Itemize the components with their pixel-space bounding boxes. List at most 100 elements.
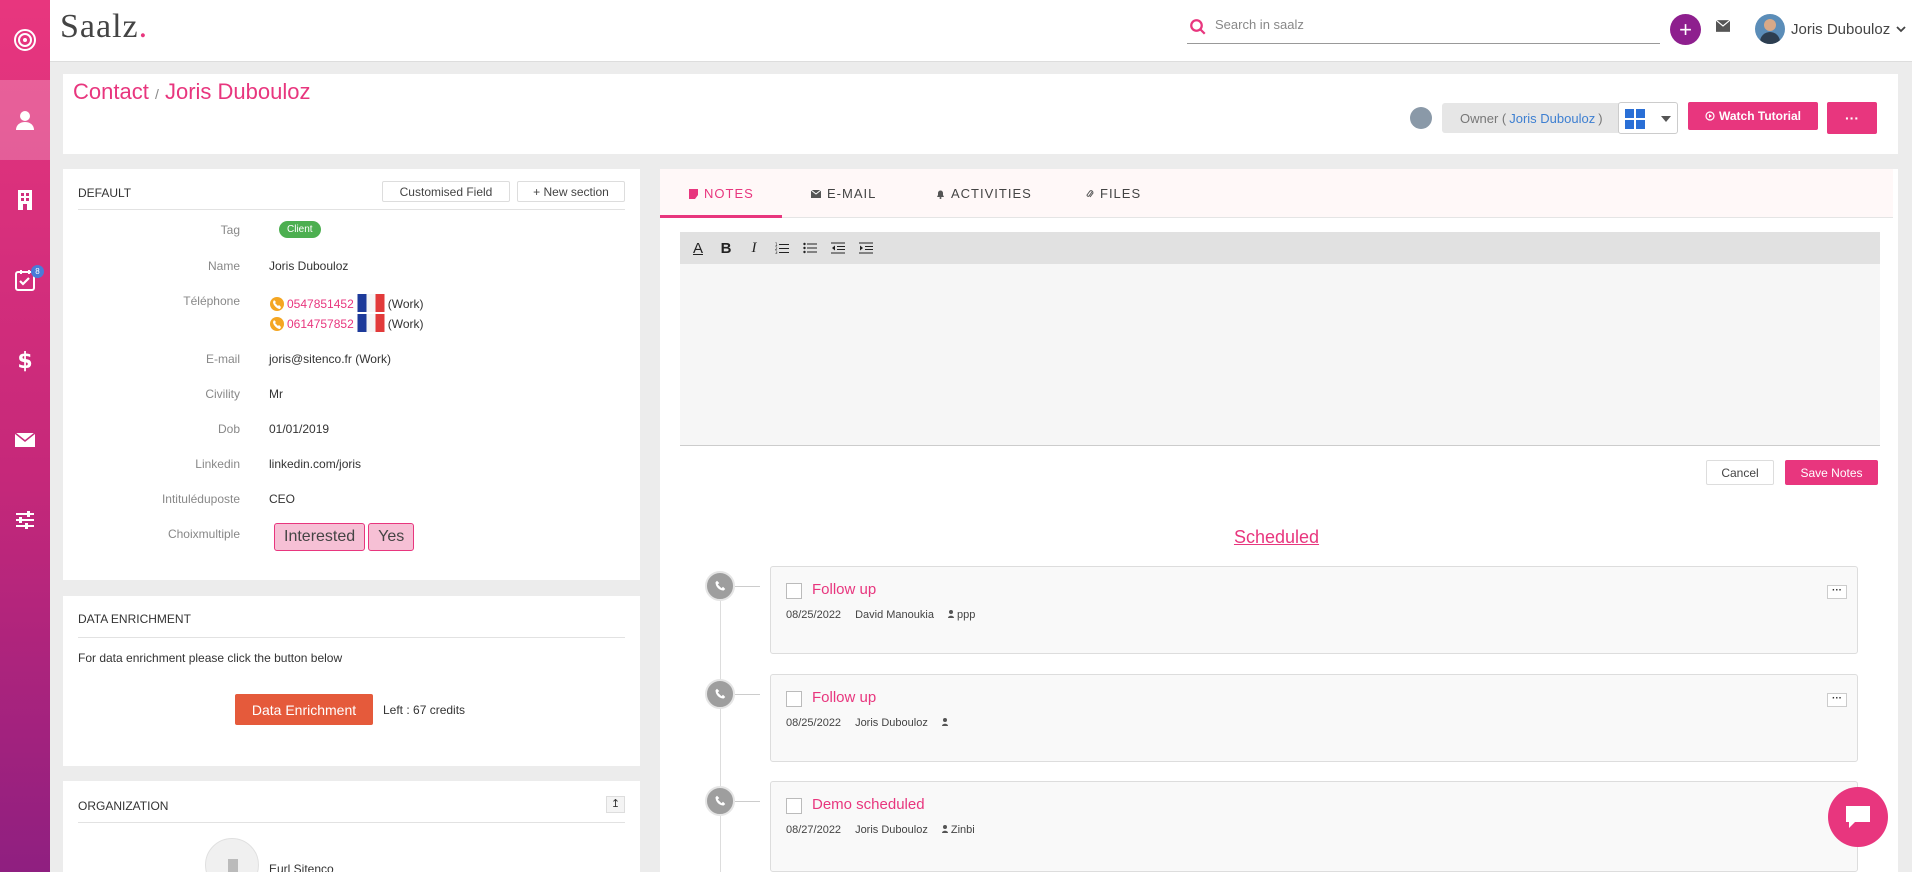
owner-button[interactable]: Owner ( Joris Dubouloz ) [1442,103,1621,133]
customised-field-button[interactable]: Customised Field [382,181,510,202]
civility-value[interactable]: Mr [269,387,283,401]
timeline-connector [735,694,760,695]
timeline-item: Follow up 08/25/2022 Joris Dubouloz ··· [770,674,1858,762]
divider [78,209,625,210]
contact-header: Contact / Joris Dubouloz Owner ( Joris D… [63,74,1898,154]
owner-name[interactable]: Joris Dubouloz [1509,111,1595,126]
tab-notes[interactable]: NOTES [689,186,754,201]
timeline-connector [735,586,760,587]
bold-icon[interactable]: B [714,236,738,260]
breadcrumb-contact[interactable]: Contact [73,79,149,104]
divider [78,637,625,638]
font-color-icon[interactable]: A [686,236,710,260]
envelope-icon [811,189,821,198]
phone-icon [705,679,735,709]
tab-activities[interactable]: ACTIVITIES [936,186,1032,201]
search-bar [1187,13,1660,44]
bullet-list-icon[interactable] [798,236,822,260]
company-name[interactable]: Eurl Sitenco [269,862,334,872]
phone-type: (Work) [387,297,424,311]
breadcrumb: Contact / Joris Dubouloz [73,79,310,105]
watch-tutorial-label: Watch Tutorial [1719,109,1801,123]
task-meta: 08/25/2022 Joris Dubouloz [786,717,948,729]
caret-down-icon [1661,116,1671,122]
tab-email[interactable]: E-MAIL [811,186,876,201]
name-value[interactable]: Joris Dubouloz [269,259,348,273]
sidebar-item-mail[interactable] [0,400,50,480]
field-label: Dob [217,422,240,436]
search-input[interactable] [1215,17,1635,32]
choice-chip[interactable]: Interested [274,523,366,551]
building-icon [228,859,238,872]
person-icon [947,610,954,618]
user-menu[interactable]: Joris Dubouloz [1755,14,1906,44]
linkedin-value[interactable]: linkedin.com/joris [269,457,361,471]
field-label: Téléphone [183,294,240,308]
sidebar-item-companies[interactable] [0,160,50,240]
data-enrichment-button[interactable]: Data Enrichment [235,694,373,725]
italic-icon[interactable]: I [742,236,766,260]
sidebar-item-tasks[interactable]: 8 [0,240,50,320]
task-contact-name: Zinbi [950,824,975,836]
field-choix-multiple: Choixmultiple Interested Yes [63,523,623,561]
phone-link[interactable]: 0614757852 [287,317,354,331]
call-icon[interactable] [269,316,285,332]
saalz-logo[interactable]: Saalz. [60,8,148,46]
expand-icon[interactable]: ↥ [606,796,625,813]
phone-row-1: 0547851452 (Work) [269,294,424,312]
outdent-icon[interactable] [826,236,850,260]
sidebar-item-deals[interactable]: $ [0,320,50,400]
indent-icon[interactable] [854,236,878,260]
task-title[interactable]: Follow up [812,581,876,598]
mail-icon[interactable] [1715,19,1731,35]
task-checkbox[interactable] [786,583,802,599]
field-email: E-mail joris@sitenco.fr (Work) [63,352,623,372]
timeline-line [720,579,721,872]
field-tag: Tag Client [63,221,623,241]
bell-icon [937,190,944,199]
watch-tutorial-button[interactable]: Watch Tutorial [1688,102,1818,130]
search-icon [1190,19,1206,35]
cancel-button[interactable]: Cancel [1706,460,1774,485]
grid-icon [1625,109,1634,118]
task-checkbox[interactable] [786,691,802,707]
dob-value[interactable]: 01/01/2019 [269,422,329,436]
task-title[interactable]: Follow up [812,689,876,706]
logo-text: aalz [79,8,139,45]
call-icon[interactable] [269,296,285,312]
phone-icon [705,571,735,601]
person-icon [941,825,948,833]
item-options-button[interactable]: ··· [1827,585,1847,599]
owner-avatar-icon [1410,107,1432,129]
task-title[interactable]: Demo scheduled [812,796,925,813]
topbar: Saalz. + Joris Dubouloz [50,0,1912,62]
new-section-button[interactable]: + New section [517,181,625,202]
save-notes-button[interactable]: Save Notes [1785,460,1878,485]
default-card-title: DEFAULT [78,186,132,200]
tab-files[interactable]: FILES [1086,186,1141,201]
more-options-button[interactable]: ··· [1827,102,1877,134]
grid-icon-cell [1636,120,1645,129]
divider [78,822,625,823]
sidebar-item-settings[interactable] [0,480,50,560]
editor-toolbar: A B I 123 [680,232,1880,264]
tab-label: ACTIVITIES [951,186,1032,201]
sidebar-item-contacts[interactable] [0,80,50,160]
poste-value[interactable]: CEO [269,492,295,506]
scheduled-heading[interactable]: Scheduled [660,527,1893,548]
phone-link[interactable]: 0547851452 [287,297,354,311]
choice-chip[interactable]: Yes [368,523,415,551]
tab-bar: NOTES E-MAIL ACTIVITIES FILES [660,169,1893,218]
owner-prefix: Owner ( [1460,110,1507,126]
task-checkbox[interactable] [786,798,802,814]
email-value[interactable]: joris@sitenco.fr (Work) [269,352,391,366]
ordered-list-icon[interactable]: 123 [770,236,794,260]
quick-add-button[interactable]: + [1670,14,1701,45]
sidebar-item-dashboard[interactable] [0,0,50,80]
notes-editor[interactable] [680,264,1880,446]
chat-button[interactable] [1828,787,1888,847]
task-assignee: Joris Dubouloz [855,824,928,836]
item-options-button[interactable]: ··· [1827,693,1847,707]
tag-badge[interactable]: Client [279,221,321,238]
layout-dropdown[interactable] [1618,102,1678,134]
